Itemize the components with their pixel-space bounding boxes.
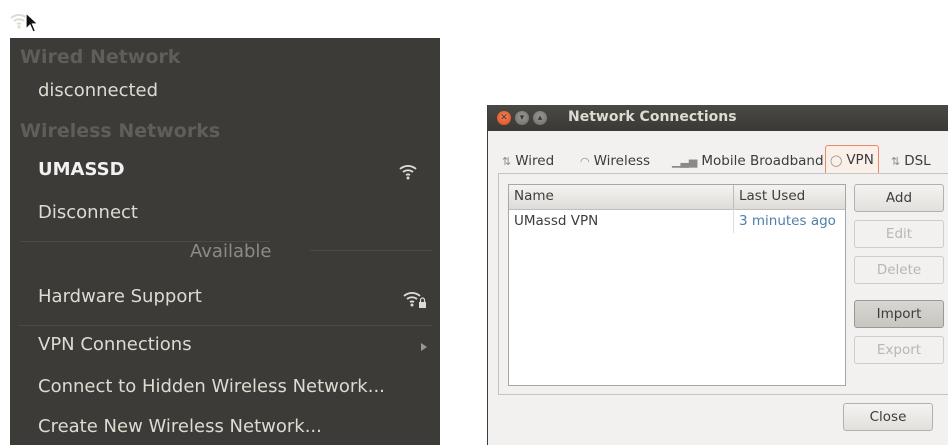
wired-network-header: Wired Network — [20, 46, 181, 68]
list-header: Name Last Used — [509, 185, 845, 210]
window-close-button[interactable]: ✕ — [497, 111, 511, 125]
network-indicator[interactable] — [9, 8, 45, 36]
lock-icon: ◯ — [830, 154, 843, 167]
window-title: Network Connections — [568, 109, 737, 125]
tab-label: Wireless — [593, 153, 651, 169]
add-button[interactable]: Add — [854, 184, 944, 212]
network-name-label: UMASSD — [38, 159, 125, 180]
signal-bars-icon: ▁▃▅ — [672, 155, 698, 168]
wireless-icon: ◠ — [580, 155, 590, 168]
wifi-signal-icon — [399, 165, 417, 180]
tab-wireless[interactable]: ◠ Wireless — [580, 149, 650, 173]
close-button[interactable]: Close — [843, 403, 933, 431]
vpn-panel: Name Last Used UMassd VPN 3 minutes ago … — [498, 173, 948, 395]
mouse-cursor-icon — [25, 12, 39, 33]
edit-button[interactable]: Edit — [854, 220, 944, 248]
vpn-connections-label: VPN Connections — [38, 334, 192, 355]
submenu-arrow-icon — [421, 343, 427, 351]
title-bar: ✕ ▾ ▴ Network Connections — [488, 105, 948, 131]
wifi-lock-icon — [403, 292, 426, 308]
column-divider — [733, 209, 734, 233]
connect-hidden-network-item[interactable]: Connect to Hidden Wireless Network... — [38, 376, 385, 397]
hardware-support-label: Hardware Support — [38, 286, 202, 307]
close-icon: ✕ — [500, 113, 508, 123]
tab-vpn[interactable]: ◯ VPN — [825, 145, 879, 174]
disconnect-menu-item[interactable]: Disconnect — [38, 202, 138, 223]
tab-label: Mobile Broadband — [701, 153, 824, 169]
connections-list[interactable]: Name Last Used UMassd VPN 3 minutes ago — [508, 184, 846, 386]
network-connections-window: ✕ ▾ ▴ Network Connections ⇅ Wired ◠ Wirele… — [487, 105, 948, 445]
tab-wired[interactable]: ⇅ Wired — [502, 149, 554, 173]
wired-icon: ⇅ — [502, 155, 512, 168]
table-row[interactable]: UMassd VPN 3 minutes ago — [509, 209, 845, 233]
connection-last-used: 3 minutes ago — [739, 213, 836, 229]
maximize-icon: ▴ — [537, 113, 543, 123]
tab-mobile-broadband[interactable]: ▁▃▅ Mobile Broadband — [672, 149, 824, 173]
export-button[interactable]: Export — [854, 336, 944, 364]
separator — [18, 325, 432, 326]
tab-label: DSL — [904, 153, 931, 169]
tab-label: Wired — [515, 153, 555, 169]
tab-dsl[interactable]: ⇅ DSL — [891, 149, 931, 173]
column-divider — [733, 185, 734, 209]
connection-name: UMassd VPN — [514, 213, 599, 229]
tab-label: VPN — [846, 152, 874, 168]
import-button[interactable]: Import — [854, 300, 944, 328]
delete-button[interactable]: Delete — [854, 256, 944, 284]
wireless-networks-header: Wireless Networks — [20, 120, 221, 142]
network-menu: Wired Network disconnected Wireless Netw… — [10, 38, 440, 445]
available-label: Available — [190, 241, 272, 262]
tab-bar: ⇅ Wired ◠ Wireless ▁▃▅ Mobile Broadband ◯ VP… — [498, 145, 948, 174]
dsl-icon: ⇅ — [891, 155, 901, 168]
window-minimize-button[interactable]: ▾ — [515, 111, 529, 125]
wired-status: disconnected — [38, 80, 159, 101]
column-header-last-used[interactable]: Last Used — [739, 188, 805, 204]
window-maximize-button[interactable]: ▴ — [533, 111, 547, 125]
create-new-network-item[interactable]: Create New Wireless Network... — [38, 416, 322, 437]
minimize-icon: ▾ — [519, 113, 525, 123]
separator-right — [310, 250, 432, 251]
column-header-name[interactable]: Name — [514, 188, 554, 204]
